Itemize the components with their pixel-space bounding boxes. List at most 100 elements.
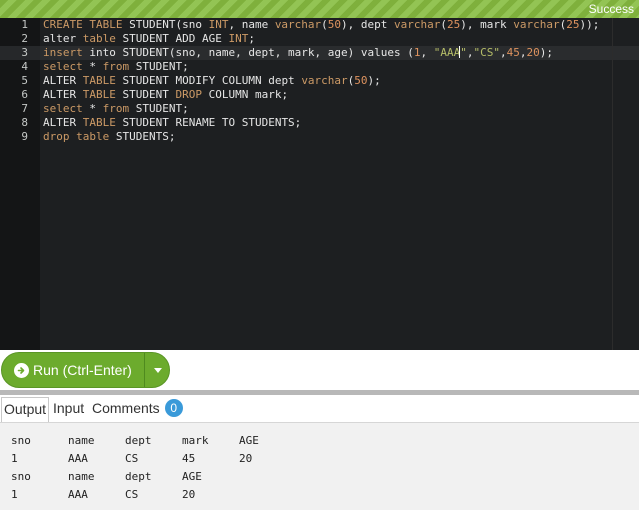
code-token: TABLE (82, 74, 116, 87)
code-token: COLUMN mark; (201, 88, 289, 101)
code-token: STUDENT; (129, 102, 189, 115)
code-token: , (420, 46, 434, 59)
output-cell: dept (125, 470, 152, 483)
code-token: varchar (394, 18, 441, 31)
tab-input[interactable]: Input (53, 397, 84, 422)
output-panel: sno name dept mark AGE 1 AAA CS 45 20 sno name dept A… (0, 422, 639, 510)
code-token: ; (248, 32, 255, 45)
code-token: 45 (506, 46, 520, 59)
code-token: INT (208, 18, 229, 31)
code-token: from (102, 102, 130, 115)
run-button-group: Run (Ctrl-Enter) (1, 352, 170, 388)
tab-output[interactable]: Output (1, 397, 50, 422)
code-token: ); (367, 74, 381, 87)
code-token: varchar (301, 74, 348, 87)
run-options-dropdown[interactable] (145, 353, 170, 387)
code-token: TABLE (82, 116, 116, 129)
code-token: varchar (274, 18, 322, 31)
code-editor[interactable]: 123456789 CREATE TABLE STUDENT(sno INT, … (0, 18, 639, 350)
output-cell: 20 (239, 452, 253, 465)
code-line[interactable]: ALTER TABLE STUDENT MODIFY COLUMN dept v… (43, 74, 381, 88)
code-token: STUDENT MODIFY COLUMN dept (115, 74, 302, 87)
code-line[interactable]: select * from STUDENT; (43, 102, 189, 116)
code-line[interactable]: alter table STUDENT ADD AGE INT; (43, 32, 255, 46)
code-token: ), mark (460, 18, 514, 31)
code-token: "CS" (473, 46, 501, 59)
run-toolbar: Run (Ctrl-Enter) (0, 350, 639, 390)
code-line[interactable]: CREATE TABLE STUDENT(sno INT, name varch… (43, 18, 599, 32)
code-token: ( (321, 18, 328, 31)
line-number: 6 (21, 88, 28, 101)
code-token: table (76, 130, 110, 143)
code-token: , (500, 46, 507, 59)
code-token: , (466, 46, 474, 59)
code-line[interactable]: select * from STUDENT; (43, 60, 189, 74)
code-token: "AAA (433, 46, 461, 59)
output-cell: sno (11, 434, 31, 447)
code-token: varchar (513, 18, 560, 31)
status-text: Success (588, 2, 634, 16)
code-token: TABLE (82, 88, 116, 101)
line-number: 8 (21, 116, 28, 129)
code-token: ALTER (43, 116, 83, 129)
output-cell: name (68, 470, 95, 483)
code-token: DROP (175, 88, 202, 101)
comments-count-badge: 0 (164, 399, 183, 417)
code-token: INT (228, 32, 249, 45)
output-cell: AAA (68, 452, 88, 465)
line-number: 4 (21, 60, 28, 73)
line-number: 5 (21, 74, 28, 87)
play-icon (14, 362, 29, 378)
code-token: 50 (354, 74, 368, 87)
tab-comments-label: Comments (92, 400, 160, 416)
output-cell: name (68, 434, 95, 447)
code-token: , name (228, 18, 275, 31)
code-token: drop (43, 130, 70, 143)
output-cell: 20 (182, 488, 196, 501)
code-token: insert (43, 46, 83, 59)
code-token: * (82, 102, 103, 115)
code-token: STUDENT (115, 88, 176, 101)
output-cell: dept (125, 434, 152, 447)
code-token: ALTER (43, 88, 83, 101)
code-token: STUDENTS; (109, 130, 176, 143)
output-cell: 45 (182, 452, 196, 465)
code-line[interactable]: ALTER TABLE STUDENT RENAME TO STUDENTS; (43, 116, 301, 130)
code-line[interactable]: insert into STUDENT(sno, name, dept, mar… (43, 46, 553, 60)
code-token: , (519, 46, 527, 59)
output-cell: 1 (11, 452, 18, 465)
sql-fiddle-app: Success 123456789 CREATE TABLE STUDENT(s… (0, 0, 639, 510)
line-number-gutter: 123456789 (0, 18, 40, 350)
code-token: into STUDENT(sno, name, dept, mark, age)… (82, 46, 414, 59)
print-margin (612, 18, 613, 350)
caret-down-icon (153, 367, 162, 373)
line-number: 1 (21, 18, 28, 31)
output-cell: AGE (239, 434, 259, 447)
code-token: ), dept (341, 18, 395, 31)
code-token: )); (579, 18, 600, 31)
code-token: 1 (413, 46, 421, 59)
code-token: STUDENT RENAME TO STUDENTS; (115, 116, 302, 129)
code-token: 50 (327, 18, 342, 31)
code-line[interactable]: drop table STUDENTS; (43, 130, 175, 144)
code-token: select (43, 60, 83, 73)
code-token: 20 (526, 46, 540, 59)
output-cell: CS (125, 452, 139, 465)
code-line[interactable]: ALTER TABLE STUDENT DROP COLUMN mark; (43, 88, 288, 102)
run-button[interactable]: Run (Ctrl-Enter) (2, 353, 144, 387)
tab-comments[interactable]: Comments 0 (92, 397, 183, 422)
code-area[interactable]: CREATE TABLE STUDENT(sno INT, name varch… (40, 18, 639, 350)
code-token: table (82, 32, 116, 45)
line-number: 9 (21, 130, 28, 143)
output-cell: AAA (68, 488, 88, 501)
output-cell: CS (125, 488, 139, 501)
code-token: alter (43, 32, 83, 45)
code-token: from (102, 60, 130, 73)
code-token: ); (539, 46, 554, 59)
code-token: " (460, 46, 467, 59)
status-bar: Success (0, 0, 639, 18)
output-cell: sno (11, 470, 31, 483)
output-cell: 1 (11, 488, 18, 501)
line-number: 2 (21, 32, 28, 45)
code-token: * (82, 60, 103, 73)
